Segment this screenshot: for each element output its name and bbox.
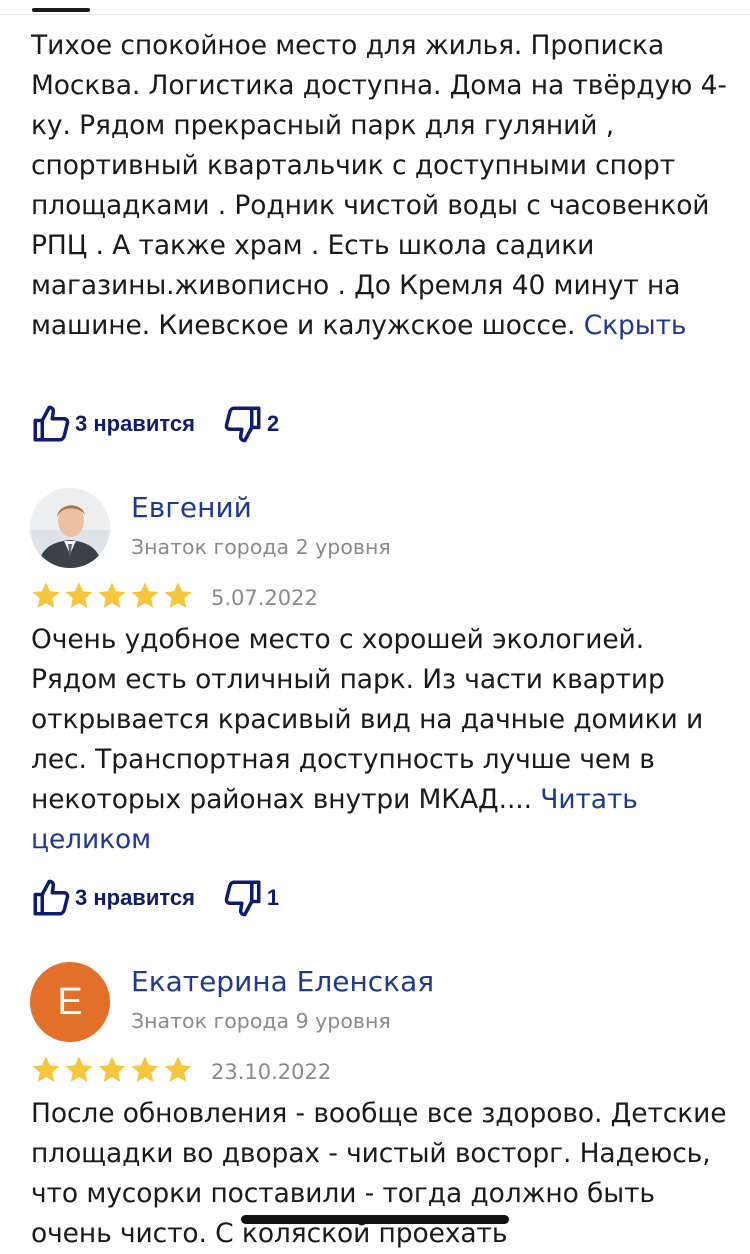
star-icon bbox=[30, 1054, 63, 1090]
like-button[interactable]: 3 нравится bbox=[30, 403, 195, 445]
review-text: Тихое спокойное место для жилья. Прописк… bbox=[31, 30, 727, 341]
author-name[interactable]: Екатерина Еленская bbox=[131, 965, 434, 998]
avatar[interactable]: Е bbox=[30, 962, 110, 1042]
star-icon bbox=[30, 580, 63, 616]
review-reactions: 3 нравится 1 bbox=[30, 873, 279, 923]
star-icon bbox=[96, 580, 129, 616]
star-icon bbox=[129, 1054, 162, 1090]
like-button[interactable]: 3 нравится bbox=[30, 877, 195, 919]
rating-row: 5.07.2022 bbox=[30, 580, 318, 616]
star-icon bbox=[129, 580, 162, 616]
hide-review-link[interactable]: Скрыть bbox=[584, 310, 687, 341]
thumbs-down-icon bbox=[222, 877, 264, 919]
tab-indicator bbox=[32, 8, 90, 12]
author-name[interactable]: Евгений bbox=[131, 491, 252, 524]
thumbs-down-icon bbox=[222, 403, 264, 445]
dislike-button[interactable]: 1 bbox=[222, 877, 279, 919]
like-count: 3 нравится bbox=[75, 885, 195, 910]
like-count: 3 нравится bbox=[75, 411, 195, 436]
star-icon bbox=[162, 580, 195, 616]
review-reactions: 3 нравится 2 bbox=[30, 399, 279, 449]
review-date: 23.10.2022 bbox=[211, 1060, 332, 1084]
author-level: Знаток города 2 уровня bbox=[131, 535, 391, 559]
top-divider bbox=[0, 14, 750, 15]
thumbs-up-icon bbox=[30, 403, 72, 445]
avatar[interactable] bbox=[30, 488, 110, 568]
dislike-count: 2 bbox=[266, 411, 280, 436]
author-level: Знаток города 9 уровня bbox=[131, 1009, 391, 1033]
star-icon bbox=[96, 1054, 129, 1090]
star-icon bbox=[63, 1054, 96, 1090]
dislike-count: 1 bbox=[266, 885, 280, 910]
thumbs-up-icon bbox=[30, 877, 72, 919]
dislike-button[interactable]: 2 bbox=[222, 403, 279, 445]
review-date: 5.07.2022 bbox=[211, 586, 318, 610]
home-indicator[interactable] bbox=[241, 1215, 509, 1224]
rating-row: 23.10.2022 bbox=[30, 1054, 331, 1090]
star-icon bbox=[63, 580, 96, 616]
star-icon bbox=[162, 1054, 195, 1090]
review-text: После обновления - вообще все здорово. Д… bbox=[31, 1098, 727, 1249]
review-text: Очень удобное место с хорошей экологией.… bbox=[31, 624, 704, 855]
